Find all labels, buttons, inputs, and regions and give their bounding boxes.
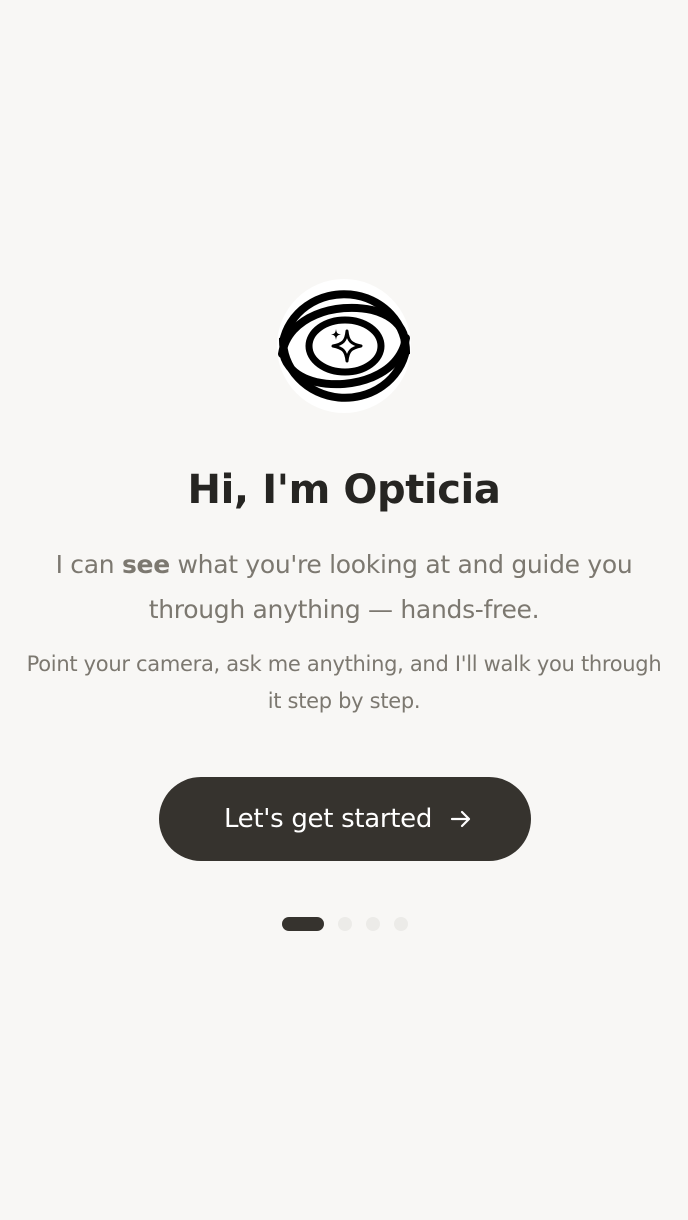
page-dot [394, 917, 408, 931]
lead-emphasis: see [121, 550, 170, 579]
page-dot-active [282, 917, 324, 931]
page-dot [366, 917, 380, 931]
lead-prefix: I can [55, 550, 122, 579]
lead-suffix: what you're looking at and guide you thr… [148, 550, 633, 624]
page-dot [338, 917, 352, 931]
welcome-subtext: Point your camera, ask me anything, and … [26, 652, 662, 713]
welcome-title: Hi, I'm Opticia [187, 467, 501, 513]
onboarding-screen: Hi, I'm Opticia I can see what you're lo… [0, 0, 688, 1220]
get-started-label: Let's get started [223, 804, 433, 834]
eye-sparkle-icon [277, 279, 411, 413]
get-started-button[interactable]: Let's get started [159, 777, 531, 861]
opticia-logo [276, 278, 412, 414]
page-indicator [282, 917, 408, 931]
arrow-right-icon [450, 808, 472, 830]
welcome-lead: I can see what you're looking at and gui… [40, 542, 648, 632]
